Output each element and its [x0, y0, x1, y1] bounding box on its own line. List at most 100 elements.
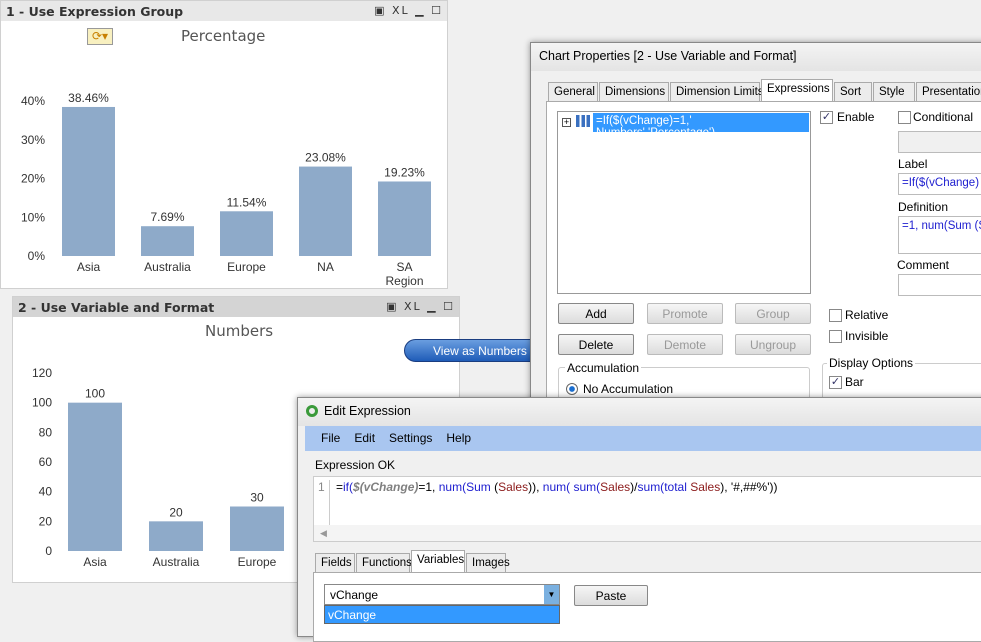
status-text: Expression OK — [315, 458, 396, 472]
tab-fields[interactable]: Fields — [315, 553, 355, 573]
label-input[interactable]: =If($(vChange) — [898, 173, 981, 195]
select-value: vChange — [330, 588, 379, 602]
y-tick-label: 20 — [39, 514, 53, 528]
qlikview-logo-icon — [306, 405, 318, 417]
expression-token: total — [664, 480, 691, 494]
demote-button[interactable]: Demote — [647, 334, 723, 355]
conditional-input[interactable] — [898, 131, 981, 153]
data-label: 100 — [85, 387, 105, 401]
expression-token: sum( — [637, 480, 665, 494]
tab-panel: + =If($(vChange)=1,' Numbers','Percentag… — [546, 101, 981, 427]
add-button[interactable]: Add — [558, 303, 634, 324]
bar — [149, 521, 203, 551]
enable-checkbox[interactable]: ✓ — [820, 111, 833, 124]
expression-editor[interactable]: 1 =if($(vChange)=1, num(Sum (Sales)), nu… — [313, 476, 981, 542]
line-number: 1 — [318, 480, 330, 530]
menu-bar: File Edit Settings Help — [305, 426, 981, 451]
x-tick-label: Asia — [83, 555, 107, 569]
expression-token: num( — [542, 480, 574, 494]
accumulation-label: Accumulation — [565, 361, 642, 375]
dialog-title: Chart Properties [2 - Use Variable and F… — [531, 43, 981, 71]
y-tick-label: 0 — [45, 544, 52, 558]
tab-dimensions[interactable]: Dimensions — [599, 82, 669, 102]
tab-strip: Fields Functions Variables Images — [315, 550, 615, 574]
view-as-numbers-button[interactable]: View as Numbers — [404, 339, 539, 362]
tab-expressions[interactable]: Expressions — [761, 79, 833, 103]
expression-token: =1, — [418, 480, 439, 494]
promote-button[interactable]: Promote — [647, 303, 723, 324]
x-tick-label: Europe — [238, 555, 277, 569]
y-tick-label: 100 — [32, 396, 52, 410]
expression-text: =if($(vChange)=1, num(Sum (Sales)), num(… — [336, 480, 778, 494]
bar — [230, 506, 284, 551]
tab-panel: vChange ▼ vChange Paste — [313, 572, 981, 642]
dropdown-option[interactable]: vChange — [324, 605, 560, 624]
expression-token: )), — [528, 480, 543, 494]
paste-button[interactable]: Paste — [574, 585, 648, 606]
invisible-checkbox[interactable] — [829, 330, 842, 343]
tab-dimension-limits[interactable]: Dimension Limits — [670, 82, 764, 102]
bar-chart-icon — [576, 115, 590, 127]
expression-token: Sales — [690, 480, 721, 494]
data-label: 20 — [169, 505, 183, 519]
relative-checkbox[interactable] — [829, 309, 842, 322]
y-tick-label: 120 — [32, 366, 52, 380]
menu-help[interactable]: Help — [446, 431, 471, 445]
definition-caption: Definition — [898, 200, 949, 214]
tab-general[interactable]: General — [548, 82, 598, 102]
y-tick-label: 60 — [39, 455, 53, 469]
x-tick-label: Australia — [153, 555, 200, 569]
expression-token: sum( — [573, 480, 601, 494]
relative-label: Relative — [845, 308, 889, 322]
bar — [68, 402, 122, 551]
chevron-down-icon[interactable]: ▼ — [544, 585, 559, 604]
y-tick-label: 40 — [39, 485, 53, 499]
dialog-title: Edit Expression — [298, 398, 981, 426]
variable-select[interactable]: vChange ▼ — [324, 584, 560, 605]
tab-images[interactable]: Images — [466, 553, 510, 573]
tab-variables[interactable]: Variables — [411, 550, 465, 574]
comment-caption: Comment — [897, 258, 950, 272]
expression-token: num( — [438, 480, 467, 494]
tab-strip: General Dimensions Dimension Limits Express… — [548, 79, 981, 103]
no-accumulation-label: No Accumulation — [583, 382, 674, 396]
expression-token: Sales — [498, 480, 529, 494]
enable-label: Enable — [837, 110, 875, 124]
conditional-checkbox[interactable] — [898, 111, 911, 124]
definition-input[interactable]: =1, num(Sum (S — [898, 216, 981, 254]
expression-item[interactable]: =If($(vChange)=1,' Numbers','Percentage'… — [593, 113, 809, 139]
invisible-label: Invisible — [845, 329, 889, 343]
menu-edit[interactable]: Edit — [354, 431, 375, 445]
chart-properties-dialog: Chart Properties [2 - Use Variable and F… — [530, 42, 981, 427]
tab-functions[interactable]: Functions — [356, 553, 412, 573]
bar-label: Bar — [845, 375, 864, 389]
tab-sort[interactable]: Sort — [834, 82, 872, 102]
expression-list: + =If($(vChange)=1,' Numbers','Percentag… — [557, 111, 811, 294]
expression-token: $(vChange) — [353, 480, 419, 494]
ungroup-button[interactable]: Ungroup — [735, 334, 811, 355]
menu-settings[interactable]: Settings — [389, 431, 432, 445]
horizontal-scrollbar[interactable]: ◀ — [314, 525, 981, 541]
expression-token: = — [336, 480, 344, 494]
display-options-label: Display Options — [827, 356, 916, 370]
expression-token: ), '#,##%')) — [720, 480, 778, 494]
label-caption: Label — [898, 157, 928, 171]
expand-icon[interactable]: + — [562, 118, 571, 127]
expression-token: )/ — [630, 480, 638, 494]
conditional-label: Conditional — [913, 110, 974, 124]
data-label: 30 — [250, 491, 264, 505]
group-button[interactable]: Group — [735, 303, 811, 324]
expression-token: if( — [343, 480, 354, 494]
dialog-title-text: Edit Expression — [324, 404, 411, 418]
menu-file[interactable]: File — [321, 431, 340, 445]
y-tick-label: 80 — [39, 425, 53, 439]
edit-expression-dialog: Edit Expression File Edit Settings Help Exp… — [297, 397, 981, 642]
delete-button[interactable]: Delete — [558, 334, 634, 355]
tab-presentation[interactable]: Presentation — [916, 82, 981, 102]
comment-input[interactable] — [898, 274, 981, 296]
tab-style[interactable]: Style — [873, 82, 915, 102]
expression-token: Sum — [466, 480, 495, 494]
expression-token: Sales — [600, 480, 631, 494]
no-accumulation-radio[interactable] — [566, 383, 578, 395]
bar-checkbox[interactable]: ✓ — [829, 376, 842, 389]
